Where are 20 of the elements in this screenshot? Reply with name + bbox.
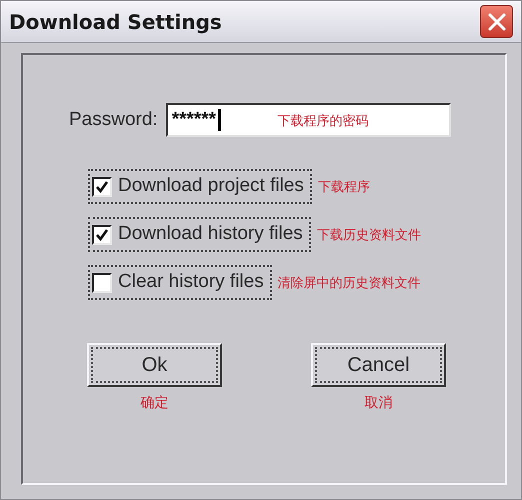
checkbox-option[interactable]: Download history files xyxy=(88,217,311,252)
checkbox-option[interactable]: Download project files xyxy=(88,169,312,204)
close-icon xyxy=(486,12,506,32)
checkbox[interactable] xyxy=(92,272,112,292)
annotation: 下载程序的密码 xyxy=(278,112,369,130)
annotation: 下载历史资料文件 xyxy=(316,226,421,244)
annotation: 取消 xyxy=(364,393,392,412)
password-label: Password: xyxy=(69,108,158,132)
close-button[interactable] xyxy=(480,5,513,38)
checkmark-icon xyxy=(95,228,109,242)
checkmark-icon xyxy=(95,180,109,194)
checkbox[interactable] xyxy=(92,224,112,244)
ok-button[interactable]: Ok xyxy=(87,343,222,387)
checkbox[interactable] xyxy=(92,176,112,196)
cancel-button[interactable]: Cancel xyxy=(311,343,446,387)
annotation: 下载程序 xyxy=(318,178,370,196)
window-title: Download Settings xyxy=(9,8,222,36)
annotation: 确定 xyxy=(140,393,168,412)
checkbox-option[interactable]: Clear history files xyxy=(88,265,272,300)
annotation: 清除屏中的历史资料文件 xyxy=(278,274,421,292)
